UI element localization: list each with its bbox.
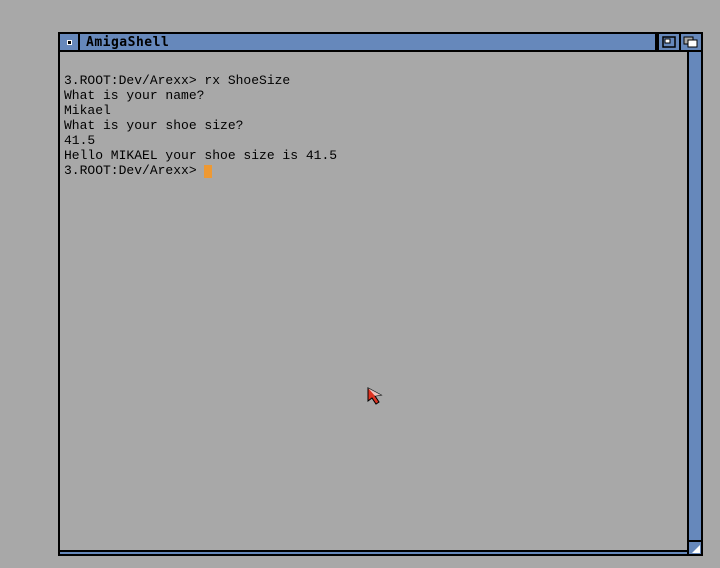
terminal-line: Hello MIKAEL your shoe size is 41.5 (64, 148, 685, 163)
text-cursor (204, 165, 212, 178)
terminal-line: Mikael (64, 103, 685, 118)
depth-icon (683, 36, 699, 48)
zoom-gadget[interactable] (657, 34, 679, 50)
resize-gadget[interactable] (687, 540, 701, 554)
prompt: 3.ROOT:Dev/Arexx> (64, 163, 204, 178)
depth-gadget[interactable] (679, 34, 701, 50)
titlebar[interactable]: AmigaShell (60, 34, 701, 52)
terminal-content[interactable]: 3.ROOT:Dev/Arexx> rx ShoeSizeWhat is you… (62, 54, 687, 540)
terminal-line: 3.ROOT:Dev/Arexx> rx ShoeSize (64, 73, 685, 88)
window-title: AmigaShell (80, 34, 657, 50)
right-border (687, 52, 701, 554)
zoom-icon (662, 36, 676, 48)
amigashell-window: AmigaShell 3.ROOT:Dev/Arexx> rx ShoeSize… (58, 32, 703, 556)
terminal-prompt-line: 3.ROOT:Dev/Arexx> (64, 163, 685, 178)
close-gadget[interactable] (60, 34, 80, 50)
bottom-border (60, 550, 687, 554)
close-icon (67, 40, 72, 45)
terminal-line: What is your name? (64, 88, 685, 103)
terminal-line: 41.5 (64, 133, 685, 148)
terminal-line: What is your shoe size? (64, 118, 685, 133)
